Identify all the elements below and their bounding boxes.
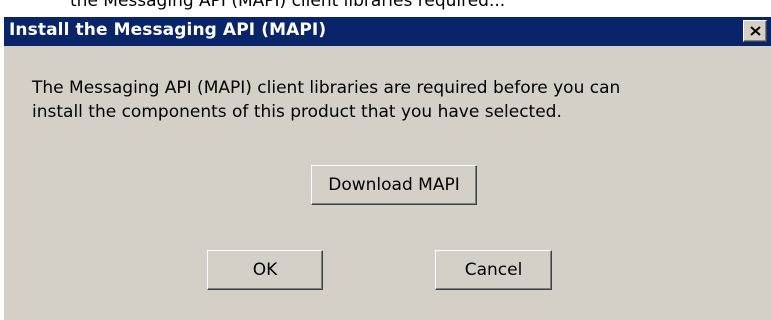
close-icon: [749, 26, 761, 36]
background-window-strip: the Messaging API (MAPI) client librarie…: [0, 0, 771, 17]
download-mapi-button[interactable]: Download MAPI: [311, 165, 477, 205]
background-window-text: the Messaging API (MAPI) client librarie…: [70, 0, 506, 11]
mapi-install-dialog: Install the Messaging API (MAPI) The Mes…: [3, 17, 771, 320]
message-line-2: install the components of this product t…: [32, 102, 562, 122]
title-bar[interactable]: Install the Messaging API (MAPI): [4, 17, 771, 46]
dialog-message: The Messaging API (MAPI) client librarie…: [32, 76, 752, 124]
dialog-title: Install the Messaging API (MAPI): [9, 20, 327, 40]
close-button[interactable]: [743, 20, 767, 42]
cancel-button[interactable]: Cancel: [435, 250, 552, 290]
message-line-1: The Messaging API (MAPI) client librarie…: [32, 78, 621, 98]
ok-button[interactable]: OK: [207, 250, 323, 290]
